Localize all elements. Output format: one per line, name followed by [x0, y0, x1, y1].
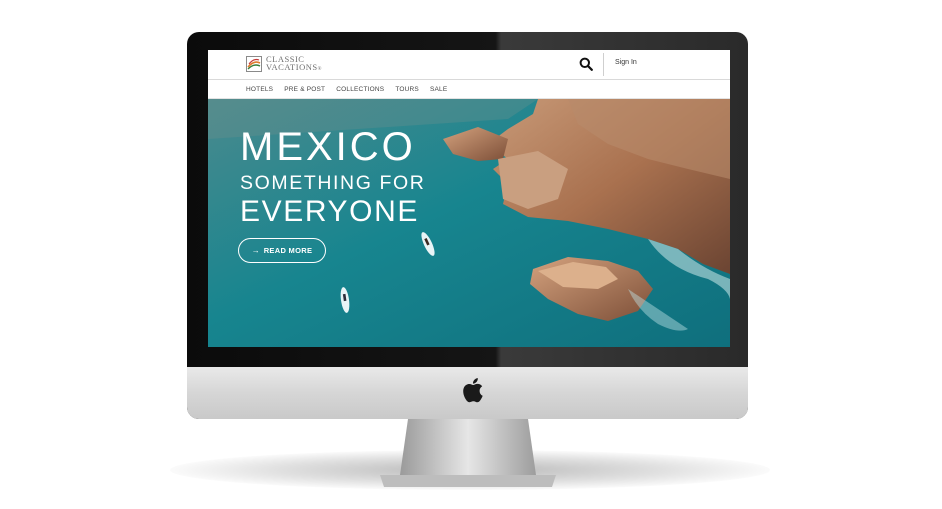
read-more-button[interactable]: → READ MORE — [238, 238, 326, 263]
nav-list: HOTELS PRE & POST COLLECTIONS TOURS SALE — [246, 80, 447, 98]
logo-line2: VACATIONS® — [266, 61, 322, 74]
hero-title: MEXICO — [240, 125, 416, 169]
nav-item-sale[interactable]: SALE — [430, 86, 447, 93]
website-screen: CLASSIC VACATIONS® Sign In HOTELS PRE & … — [208, 50, 730, 347]
site-logo[interactable]: CLASSIC VACATIONS® — [246, 54, 322, 74]
logo-mark-icon — [246, 56, 262, 72]
sign-in-link[interactable]: Sign In — [615, 59, 637, 66]
nav-item-collections[interactable]: COLLECTIONS — [336, 86, 384, 93]
monitor-stand — [380, 419, 556, 487]
read-more-label: READ MORE — [263, 246, 313, 255]
hero-subtitle-2: EVERYONE — [240, 195, 419, 228]
nav-item-hotels[interactable]: HOTELS — [246, 86, 273, 93]
logo-wordmark: CLASSIC VACATIONS® — [266, 54, 322, 74]
nav-item-pre-post[interactable]: PRE & POST — [284, 86, 325, 93]
site-header: CLASSIC VACATIONS® Sign In — [208, 50, 730, 80]
header-divider — [603, 53, 604, 76]
hero-banner: MEXICO SOMETHING FOR EVERYONE → READ MOR… — [208, 99, 730, 347]
logo-trademark: ® — [317, 66, 322, 72]
arrow-right-icon: → — [251, 246, 260, 255]
logo-line2-text: VACATIONS — [266, 61, 318, 72]
search-icon[interactable] — [579, 57, 593, 71]
apple-logo-icon — [463, 378, 483, 403]
main-nav: HOTELS PRE & POST COLLECTIONS TOURS SALE — [208, 80, 730, 99]
nav-item-tours[interactable]: TOURS — [395, 86, 419, 93]
hero-subtitle: SOMETHING FOR — [240, 172, 426, 194]
